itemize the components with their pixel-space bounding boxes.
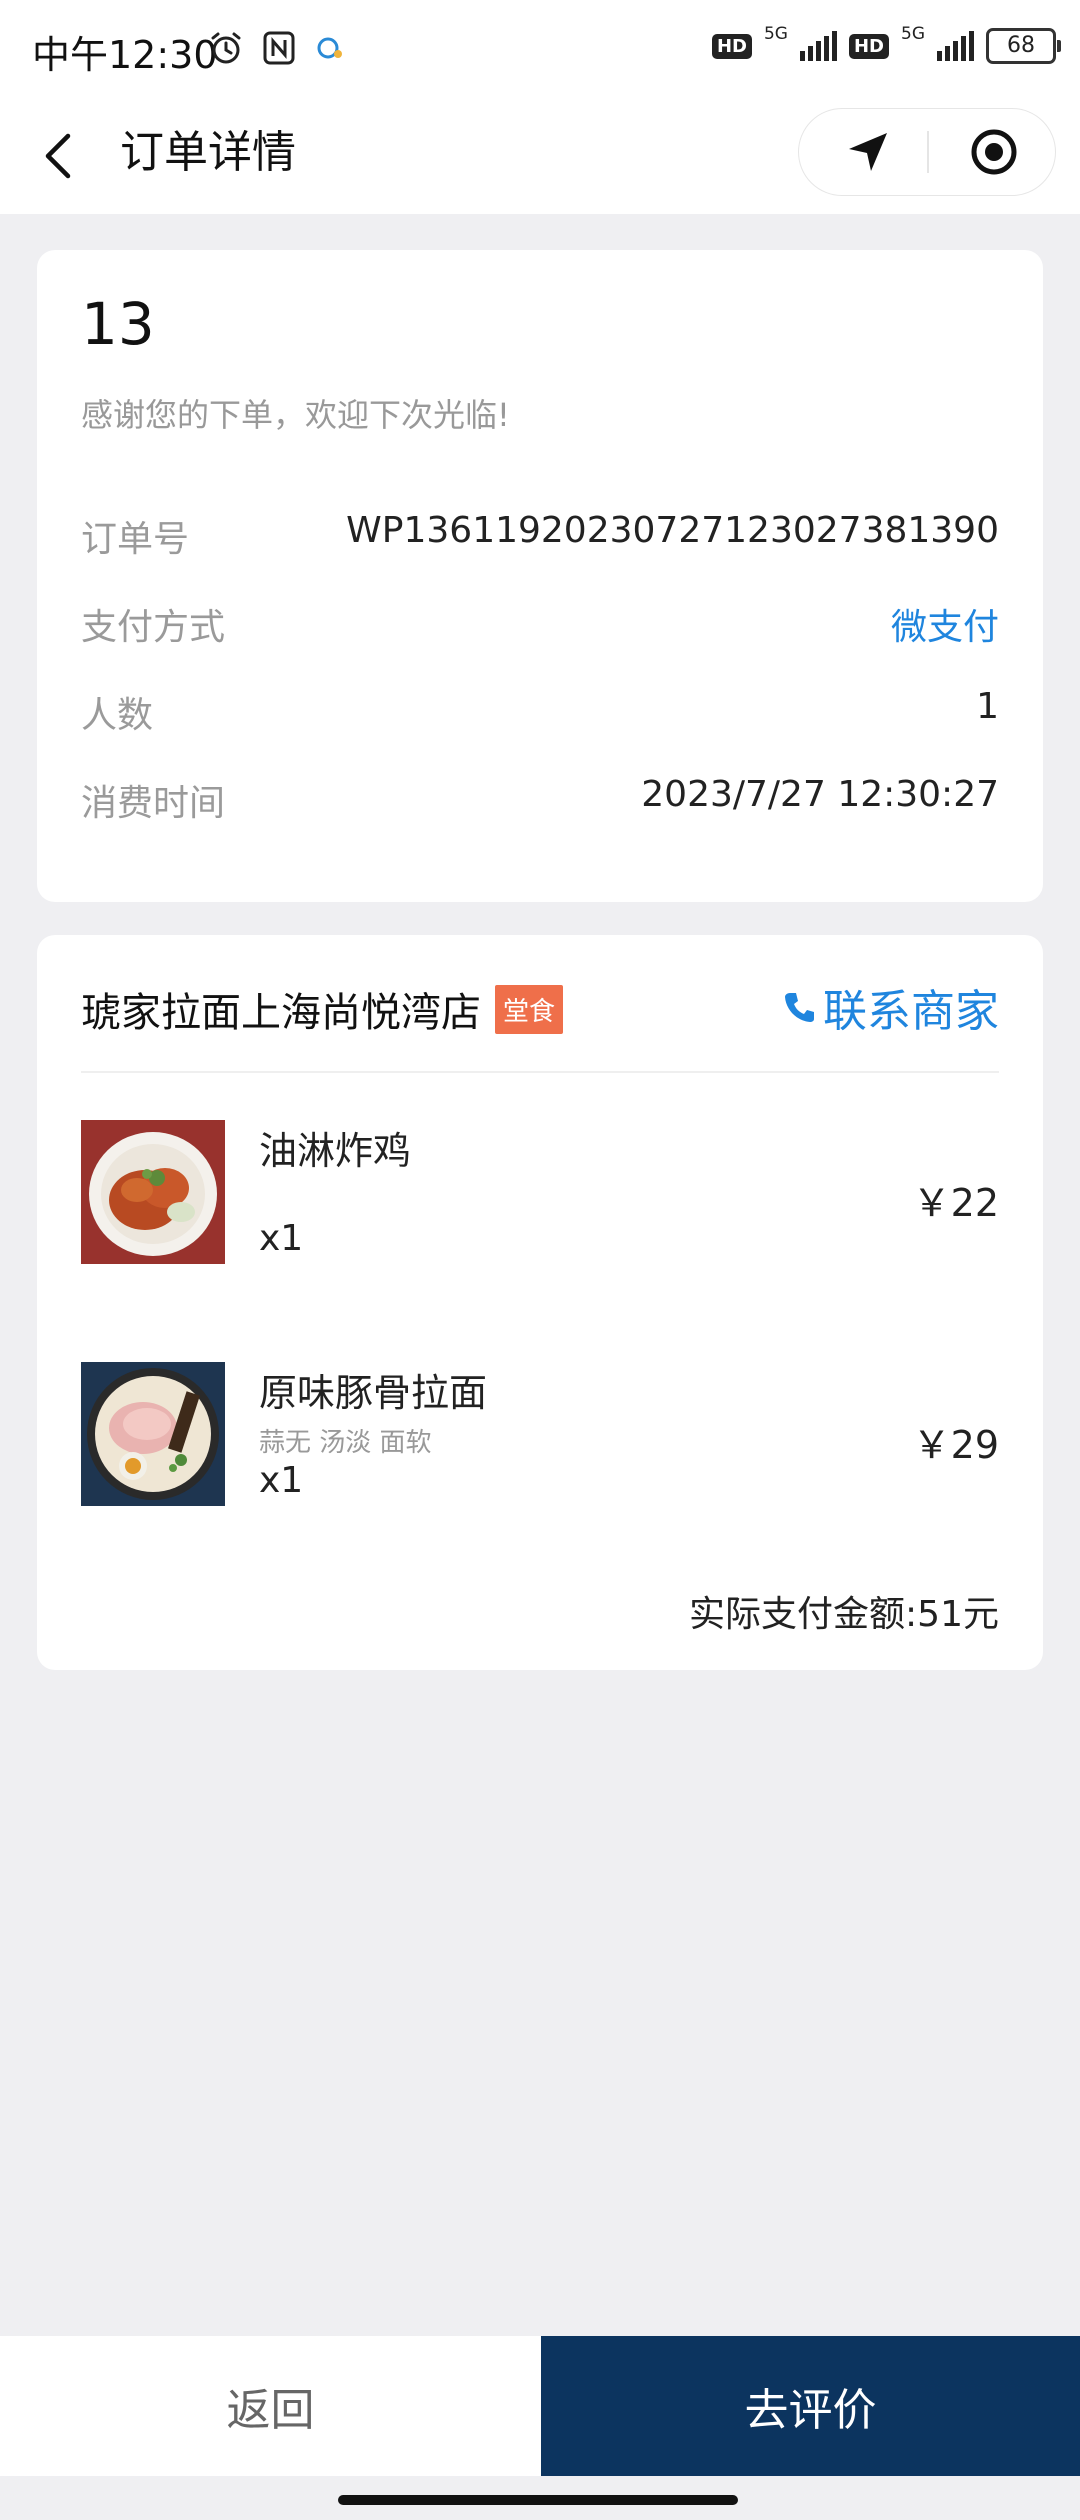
consume-time-row: 消费时间 2023/7/27 12:30:27 [81,774,999,830]
order-number-label: 订单号 [81,519,190,560]
order-number-row: 订单号 WP13611920230727123027381390 [81,510,999,566]
signal-icon-1 [799,31,837,61]
close-target-icon[interactable] [969,127,1019,177]
page-title: 订单详情 [120,127,296,178]
people-count-row: 人数 1 [81,686,999,742]
payment-method-row: 支付方式 微支付 [81,598,999,654]
status-bar: 中午12:30 HD 5G HD 5G 68 [0,0,1080,100]
shop-name: 琥家拉面上海尚悦湾店 [81,990,481,1036]
item-spec: 蒜无 汤淡 面软 [259,1428,432,1458]
status-icons-left [208,30,346,66]
contact-merchant-button[interactable]: 联系商家 [783,975,999,1039]
fried-chicken-image [81,1120,225,1264]
thanks-message: 感谢您的下单，欢迎下次光临! [81,396,510,434]
review-button[interactable]: 去评价 [541,2336,1080,2476]
contact-merchant-label: 联系商家 [823,986,999,1037]
order-item: 原味豚骨拉面 蒜无 汤淡 面软 x1 ￥29 [81,1362,999,1507]
network-label-2: 5G [901,24,925,44]
item-quantity: x1 [259,1218,304,1259]
back-button[interactable]: 返回 [0,2336,541,2476]
consume-time-label: 消费时间 [81,783,226,824]
signal-icon-2 [937,31,974,61]
alarm-icon [211,32,241,64]
order-pickup-number: 13 [81,290,155,358]
back-arrow-icon[interactable] [38,128,78,184]
item-price: ￥22 [912,1181,999,1225]
network-label-1: 5G [763,24,788,44]
status-time: 中午12:30 [32,33,218,77]
cloud-sync-icon [317,37,342,59]
capsule-divider [927,131,929,173]
location-arrow-icon[interactable] [843,127,893,177]
item-quantity: x1 [259,1460,304,1501]
nav-bar: 订单详情 [0,100,1080,214]
hd-badge-2: HD [848,33,889,59]
people-count-value: 1 [976,686,999,727]
total-paid: 实际支付金额:51元 [689,1594,999,1635]
shop-divider [81,1071,999,1073]
item-name: 原味豚骨拉面 [259,1371,488,1415]
shop-name-row: 琥家拉面上海尚悦湾店 堂食 [81,980,564,1038]
tonkotsu-ramen-image [81,1362,225,1506]
payment-method-label: 支付方式 [81,607,226,648]
payment-method-value[interactable]: 微支付 [891,598,999,650]
bottom-action-bar: 返回 去评价 [0,2336,1080,2476]
order-items-card: 琥家拉面上海尚悦湾店 堂食 联系商家 油淋炸鸡 x1 ￥22 原味豚骨拉面 蒜无… [37,935,1043,1670]
order-info-card: 13 感谢您的下单，欢迎下次光临! 订单号 WP1361192023072712… [37,250,1043,902]
consume-time-value: 2023/7/27 12:30:27 [641,774,999,815]
hd-badge-1: HD [711,33,752,59]
item-name: 油淋炸鸡 [259,1129,412,1173]
people-count-label: 人数 [81,695,154,736]
home-indicator[interactable] [338,2495,738,2505]
nfc-icon [263,31,295,65]
battery-icon: 68 [986,28,1061,64]
status-icons-right: HD 5G HD 5G 68 [711,24,1061,64]
item-price: ￥29 [912,1423,999,1467]
order-item: 油淋炸鸡 x1 ￥22 [81,1120,999,1265]
dine-in-badge: 堂食 [495,985,564,1034]
mini-program-capsule [798,108,1056,196]
order-number-value: WP13611920230727123027381390 [346,510,999,551]
phone-icon [785,993,814,1022]
